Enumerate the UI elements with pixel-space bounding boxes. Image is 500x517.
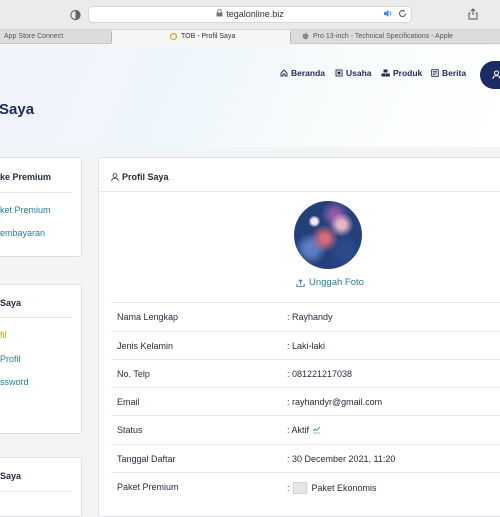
nav-berita[interactable]: Berita [431, 68, 466, 78]
sidebar-store-card [0, 457, 82, 517]
sidebar-item-profil[interactable]: fil [0, 330, 7, 340]
status-value: : Aktif [287, 425, 310, 435]
sidebar-premium-title: ke Premium [0, 172, 52, 182]
lock-icon [216, 9, 223, 17]
boxes-icon [381, 69, 390, 77]
profile-row-status: Status : Aktif [111, 415, 500, 444]
nav-produk[interactable]: Produk [381, 68, 422, 78]
nav-beranda[interactable]: Beranda [280, 68, 325, 78]
building-icon [335, 69, 343, 77]
apple-favicon-icon [302, 32, 309, 40]
profile-card-title: Profil Saya [111, 172, 169, 182]
sidebar-item-pembayaran[interactable]: embayaran [0, 228, 45, 238]
sidebar-item-edit-profil[interactable]: Profil [0, 354, 21, 364]
tab-app-store-connect[interactable]: App Store Connect [0, 30, 111, 44]
sidebar-account-title: Saya [0, 298, 22, 308]
page-header: Saya Beranda Usaha Produk Berita [0, 45, 500, 147]
profile-row-gender: Jenis Kelamin : Laki-laki [111, 331, 500, 360]
premium-package-value: Paket Ekonomis [311, 483, 377, 493]
browser-toolbar: tegalonline.biz [0, 0, 500, 30]
privacy-shield-icon[interactable] [70, 9, 81, 21]
url-text: tegalonline.biz [226, 9, 284, 19]
tab-apple-specs[interactable]: Pro 13-inch - Technical Specifications -… [298, 30, 500, 44]
verified-check-icon [312, 426, 321, 434]
sidebar-store-title: Saya [0, 471, 22, 481]
package-image-icon [292, 482, 307, 494]
profile-row-premium: Paket Premium : Paket Ekonomis [111, 472, 500, 501]
user-icon [111, 172, 119, 181]
newspaper-icon [431, 69, 439, 77]
profile-avatar [294, 201, 362, 269]
tab-profil-saya[interactable]: TOB - Profil Saya [112, 30, 290, 44]
user-menu-button[interactable] [480, 61, 500, 89]
tab-bar: App Store Connect TOB - Profil Saya Pro … [0, 30, 500, 44]
profile-row-name: Nama Lengkap : Rayhandy [111, 302, 500, 331]
sidebar-item-password[interactable]: ssword [0, 377, 29, 387]
tob-favicon-icon [170, 32, 177, 40]
sidebar-item-paket-premium[interactable]: ket Premium [0, 205, 51, 215]
reload-icon[interactable] [398, 9, 407, 18]
upload-icon [296, 278, 305, 287]
speaker-icon[interactable] [383, 9, 393, 18]
nav-usaha[interactable]: Usaha [335, 68, 372, 78]
profile-row-email: Email : rayhandyr@gmail.com [111, 387, 500, 416]
user-icon [492, 70, 500, 80]
profile-row-phone: No. Telp : 081221217038 [111, 359, 500, 388]
profile-row-registered: Tanggal Daftar : 30 December 2021, 11:20 [111, 444, 500, 473]
share-icon[interactable] [468, 8, 478, 20]
address-bar[interactable]: tegalonline.biz [88, 6, 412, 23]
home-icon [280, 69, 288, 77]
page-title: Saya [0, 101, 35, 118]
upload-photo-link[interactable]: Unggah Foto [296, 277, 364, 288]
